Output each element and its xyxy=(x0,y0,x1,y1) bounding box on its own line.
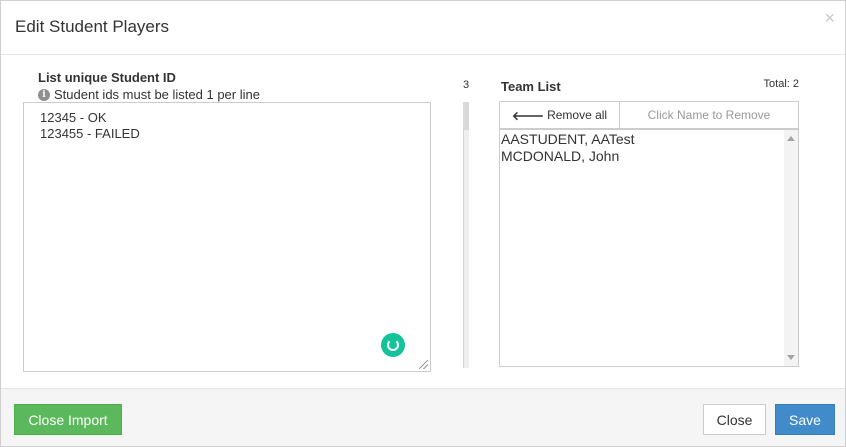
hint-text: Student ids must be listed 1 per line xyxy=(54,87,260,102)
team-list-toolbar: 🡐 Remove all Click Name to Remove xyxy=(499,101,799,129)
scroll-down-icon[interactable] xyxy=(787,355,795,360)
team-list-item[interactable]: AASTUDENT, AATest xyxy=(500,131,635,148)
team-list-scrollbar[interactable] xyxy=(784,130,798,366)
team-list-box[interactable]: AASTUDENT, AATest MCDONALD, John xyxy=(499,129,799,367)
scroll-up-icon[interactable] xyxy=(787,136,795,141)
close-import-button[interactable]: Close Import xyxy=(14,404,122,435)
middle-scrollbar-thumb[interactable] xyxy=(463,102,469,130)
info-circle-icon: i xyxy=(38,88,50,101)
arrow-left-icon: 🡐 xyxy=(511,108,545,123)
close-button[interactable]: Close xyxy=(703,404,766,435)
modal-header: Edit Student Players × xyxy=(1,1,845,55)
student-id-label: List unique Student ID xyxy=(38,70,176,85)
middle-count: 3 xyxy=(463,79,470,91)
middle-scrollbar[interactable] xyxy=(463,102,469,368)
close-icon[interactable]: × xyxy=(824,8,835,28)
save-button[interactable]: Save xyxy=(775,404,835,435)
resize-handle-icon[interactable] xyxy=(419,360,428,369)
team-list-items: AASTUDENT, AATest MCDONALD, John xyxy=(500,131,635,165)
click-name-to-remove-button[interactable]: Click Name to Remove xyxy=(620,102,798,128)
edit-student-players-modal: Edit Student Players × List unique Stude… xyxy=(0,0,846,447)
student-id-hint: i Student ids must be listed 1 per line xyxy=(38,87,260,102)
remove-all-label: Remove all xyxy=(547,108,608,122)
team-list-item[interactable]: MCDONALD, John xyxy=(500,148,635,165)
student-id-textarea[interactable]: 12345 - OK 123455 - FAILED xyxy=(23,102,431,372)
remove-all-button[interactable]: 🡐 Remove all xyxy=(500,102,620,128)
team-list-label: Team List xyxy=(501,79,561,94)
modal-footer: Close Import Close Save xyxy=(1,388,845,446)
modal-title: Edit Student Players xyxy=(15,17,170,36)
loading-spinner-icon[interactable] xyxy=(381,333,405,357)
team-total: Total: 2 xyxy=(763,78,799,90)
